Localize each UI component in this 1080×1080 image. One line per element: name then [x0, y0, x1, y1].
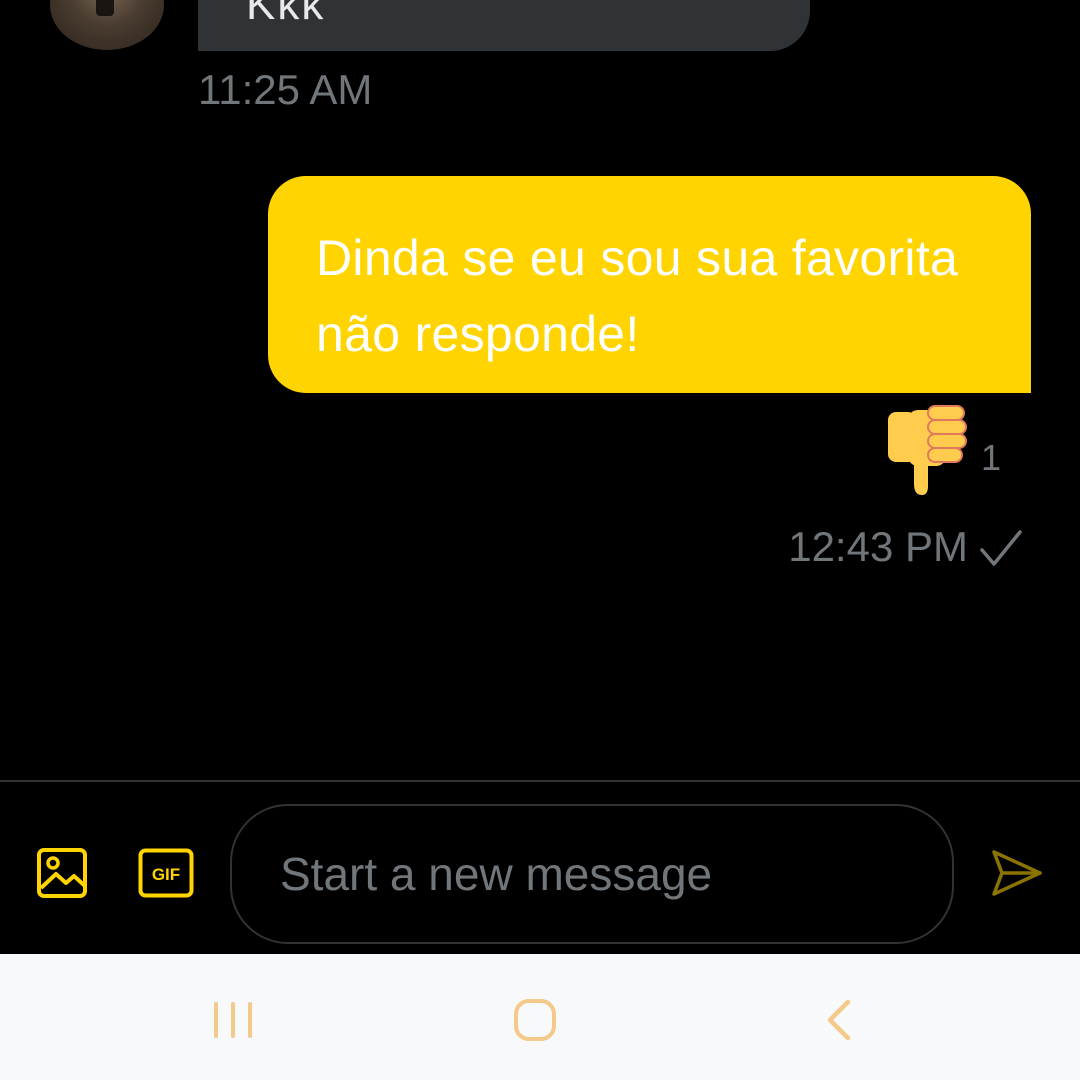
gif-button[interactable]: GIF — [138, 848, 194, 898]
back-icon[interactable] — [820, 998, 860, 1042]
reaction-count: 1 — [981, 437, 1002, 478]
check-icon — [980, 530, 1022, 566]
contact-avatar[interactable] — [50, 0, 164, 50]
image-icon[interactable] — [36, 846, 90, 900]
sent-message-text: Dinda se eu sou sua favorita não respond… — [316, 230, 959, 362]
sent-message-bubble[interactable]: Dinda se eu sou sua favorita não respond… — [268, 176, 1031, 393]
system-navigation-bar — [0, 954, 1080, 1080]
recent-apps-icon[interactable] — [208, 998, 258, 1042]
message-field[interactable] — [230, 804, 954, 944]
home-icon[interactable] — [510, 998, 560, 1042]
avatar-figure — [96, 0, 114, 16]
message-composer: GIF — [0, 782, 1080, 954]
thumbs-down-icon[interactable] — [884, 402, 974, 498]
received-message-time: 11:25 AM — [198, 66, 373, 113]
send-icon[interactable] — [990, 848, 1044, 898]
gif-label: GIF — [152, 865, 180, 884]
message-input[interactable] — [280, 838, 900, 910]
dm-conversation-screen: Kkk 11:25 AM Dinda se eu sou sua favorit… — [0, 0, 1080, 1080]
received-message-text: Kkk — [246, 0, 326, 29]
sent-message-time: 12:43 PM — [788, 523, 968, 570]
received-message-bubble[interactable]: Kkk — [198, 0, 810, 51]
